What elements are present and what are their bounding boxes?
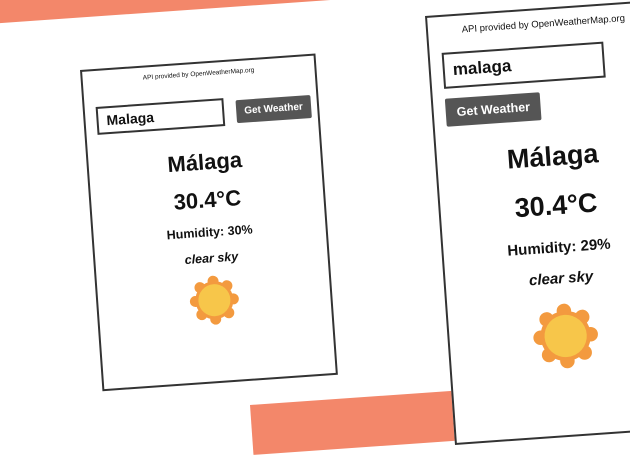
weather-description: clear sky (528, 267, 594, 290)
humidity: Humidity: 29% (506, 235, 612, 260)
city-input[interactable] (441, 41, 606, 89)
humidity: Humidity: 30% (166, 222, 254, 243)
temperature: 30.4°C (513, 187, 599, 224)
api-credit: API provided by OpenWeatherMap.org (461, 13, 626, 36)
weather-description: clear sky (184, 249, 239, 268)
api-credit: API provided by OpenWeatherMap.org (142, 66, 255, 82)
search-row: Get Weather (441, 38, 630, 127)
decorative-banner-top (0, 0, 445, 25)
get-weather-button[interactable]: Get Weather (235, 94, 312, 123)
city-name: Málaga (166, 146, 243, 178)
city-input[interactable] (95, 98, 226, 135)
city-name: Málaga (505, 138, 600, 175)
sun-icon (532, 303, 598, 369)
weather-card-left: API provided by OpenWeatherMap.org Get W… (80, 53, 338, 392)
get-weather-button[interactable]: Get Weather (444, 92, 542, 127)
weather-card-right: API provided by OpenWeatherMap.org Get W… (425, 0, 630, 445)
temperature: 30.4°C (172, 185, 242, 215)
sun-icon (189, 275, 239, 325)
search-row: Get Weather (95, 92, 318, 135)
